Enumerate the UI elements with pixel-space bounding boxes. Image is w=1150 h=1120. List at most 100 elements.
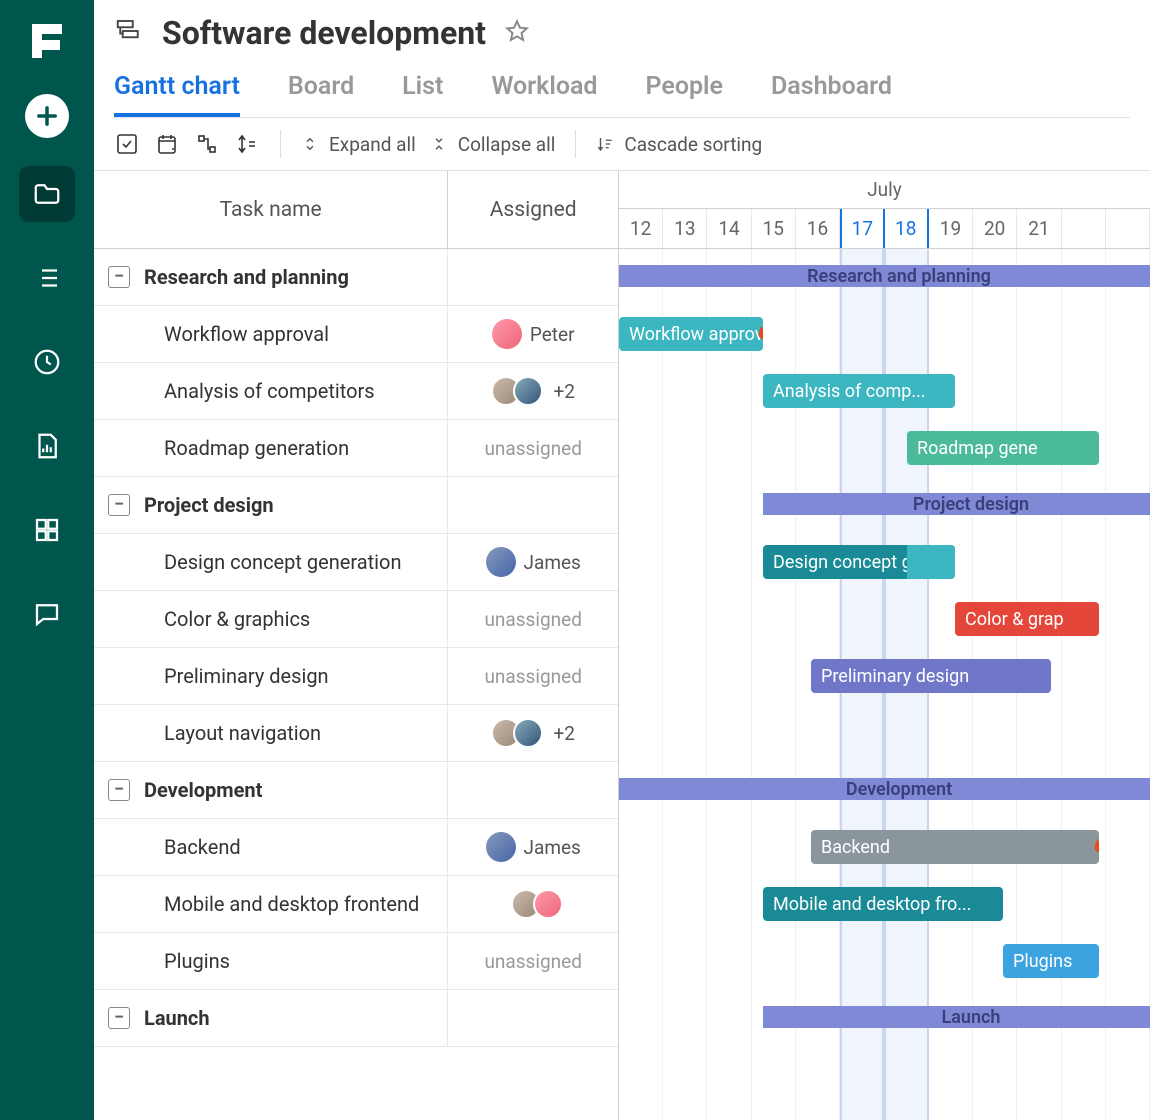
day-header-21[interactable]: 21 — [1017, 209, 1061, 248]
task-row[interactable]: Mobile and desktop frontend — [94, 876, 618, 933]
day-header-18[interactable]: 18 — [885, 209, 929, 248]
assigned-cell[interactable] — [448, 477, 618, 533]
assigned-cell[interactable] — [448, 762, 618, 818]
gantt-task-bar[interactable]: Mobile and desktop fro... — [763, 887, 1003, 921]
gantt-task-bar[interactable]: Analysis of comp... — [763, 374, 955, 408]
gantt-body[interactable]: Research and planning Workflow approvalAn… — [619, 249, 1150, 1120]
gantt-timeline: July 12131415161718192021 Research and p… — [619, 171, 1150, 1120]
tab-people[interactable]: People — [646, 72, 724, 117]
task-row[interactable]: −Project design — [94, 477, 618, 534]
gantt-task-bar[interactable]: Design concept gen... — [763, 545, 955, 579]
task-row[interactable]: Layout navigation+2 — [94, 705, 618, 762]
cascade-sorting-button[interactable]: Cascade sorting — [596, 133, 762, 156]
expand-all-button[interactable]: Expand all — [301, 133, 416, 156]
day-header-12[interactable]: 12 — [619, 209, 663, 248]
avatar — [492, 319, 522, 349]
assigned-cell[interactable]: unassigned — [448, 420, 618, 476]
cascade-sorting-label: Cascade sorting — [624, 133, 762, 156]
tab-dashboard[interactable]: Dashboard — [771, 72, 892, 117]
assigned-cell[interactable]: +2 — [448, 705, 618, 761]
task-row[interactable]: −Research and planning — [94, 249, 618, 306]
app-sidebar — [0, 0, 94, 1120]
avatar — [513, 376, 543, 406]
collapse-toggle[interactable]: − — [108, 266, 130, 288]
assignee-overflow-count: +2 — [553, 722, 574, 745]
project-icon — [114, 16, 144, 50]
day-header-19[interactable]: 19 — [929, 209, 973, 248]
task-name-label: Analysis of competitors — [164, 379, 375, 403]
flame-icon — [751, 321, 763, 347]
task-name-label: Mobile and desktop frontend — [164, 892, 419, 916]
assigned-cell[interactable]: James — [448, 819, 618, 875]
task-row[interactable]: Plugins unassigned — [94, 933, 618, 990]
task-list-panel: Task name Assigned −Research and plannin… — [94, 171, 619, 1120]
assigned-cell[interactable]: James — [448, 534, 618, 590]
gantt-task-bar[interactable]: Backend — [811, 830, 1099, 864]
nav-grid-icon[interactable] — [19, 502, 75, 558]
nav-folder-icon[interactable] — [19, 166, 75, 222]
tab-board[interactable]: Board — [288, 72, 354, 117]
spacing-tool-icon[interactable] — [234, 131, 260, 157]
task-row[interactable]: −Launch — [94, 990, 618, 1047]
gantt-task-bar[interactable]: Workflow approval — [619, 317, 763, 351]
column-header-assigned[interactable]: Assigned — [448, 171, 618, 248]
task-row[interactable]: Workflow approvalPeter — [94, 306, 618, 363]
gantt-task-bar[interactable]: Color & grap — [955, 602, 1099, 636]
day-header-16[interactable]: 16 — [796, 209, 840, 248]
task-row[interactable]: Design concept generationJames — [94, 534, 618, 591]
assigned-cell[interactable]: +2 — [448, 363, 618, 419]
tab-workload[interactable]: Workload — [491, 72, 597, 117]
header: Software development Gantt chart Board L… — [94, 0, 1150, 118]
gantt-task-bar[interactable]: Preliminary design — [811, 659, 1051, 693]
gantt-group-bar[interactable]: Launch — [763, 1006, 1150, 1028]
task-row[interactable]: Color & graphicsunassigned — [94, 591, 618, 648]
tab-gantt-chart[interactable]: Gantt chart — [114, 72, 240, 117]
task-row[interactable]: −Development — [94, 762, 618, 819]
assigned-cell[interactable]: unassigned — [448, 933, 618, 989]
day-header-17[interactable]: 17 — [840, 209, 884, 248]
assigned-cell[interactable]: unassigned — [448, 591, 618, 647]
day-header-15[interactable]: 15 — [752, 209, 796, 248]
collapse-toggle[interactable]: − — [108, 494, 130, 516]
task-name-label: Plugins — [164, 949, 230, 973]
gantt-task-bar[interactable]: Plugins — [1003, 944, 1099, 978]
favorite-star-icon[interactable] — [504, 18, 530, 48]
gantt-task-bar[interactable]: Roadmap gene — [907, 431, 1099, 465]
gantt-group-bar[interactable]: Development — [619, 778, 1150, 800]
day-header-20[interactable]: 20 — [973, 209, 1017, 248]
nav-chat-icon[interactable] — [19, 586, 75, 642]
assigned-cell[interactable]: Peter — [448, 306, 618, 362]
checkbox-tool-icon[interactable] — [114, 131, 140, 157]
tab-list[interactable]: List — [402, 72, 443, 117]
task-row[interactable]: BackendJames — [94, 819, 618, 876]
assigned-cell[interactable]: unassigned — [448, 648, 618, 704]
nav-list-icon[interactable] — [19, 250, 75, 306]
calendar-tool-icon[interactable] — [154, 131, 180, 157]
gantt-row: Research and planning — [619, 249, 1150, 306]
toolbar-separator — [575, 130, 576, 158]
gantt-row: Workflow approval — [619, 306, 1150, 363]
day-header-13[interactable]: 13 — [663, 209, 707, 248]
column-header-task-name[interactable]: Task name — [94, 171, 448, 248]
gantt-grid: Task name Assigned −Research and plannin… — [94, 171, 1150, 1120]
assigned-cell[interactable] — [448, 876, 618, 932]
task-row[interactable]: Analysis of competitors +2 — [94, 363, 618, 420]
nav-clock-icon[interactable] — [19, 334, 75, 390]
collapse-toggle[interactable]: − — [108, 1007, 130, 1029]
assigned-cell[interactable] — [448, 249, 618, 305]
avatar — [486, 547, 516, 577]
task-row[interactable]: Roadmap generation unassigned — [94, 420, 618, 477]
hierarchy-tool-icon[interactable] — [194, 131, 220, 157]
nav-report-icon[interactable] — [19, 418, 75, 474]
gantt-row — [619, 705, 1150, 762]
day-header-14[interactable]: 14 — [707, 209, 751, 248]
task-name-label: Roadmap generation — [164, 436, 349, 460]
collapse-all-button[interactable]: Collapse all — [430, 133, 556, 156]
assigned-cell[interactable] — [448, 990, 618, 1046]
gantt-group-bar[interactable]: Research and planning — [619, 265, 1150, 287]
gantt-row: Launch — [619, 990, 1150, 1047]
task-row[interactable]: Preliminary designunassigned — [94, 648, 618, 705]
add-button[interactable] — [25, 94, 69, 138]
collapse-toggle[interactable]: − — [108, 779, 130, 801]
gantt-group-bar[interactable]: Project design — [763, 493, 1150, 515]
